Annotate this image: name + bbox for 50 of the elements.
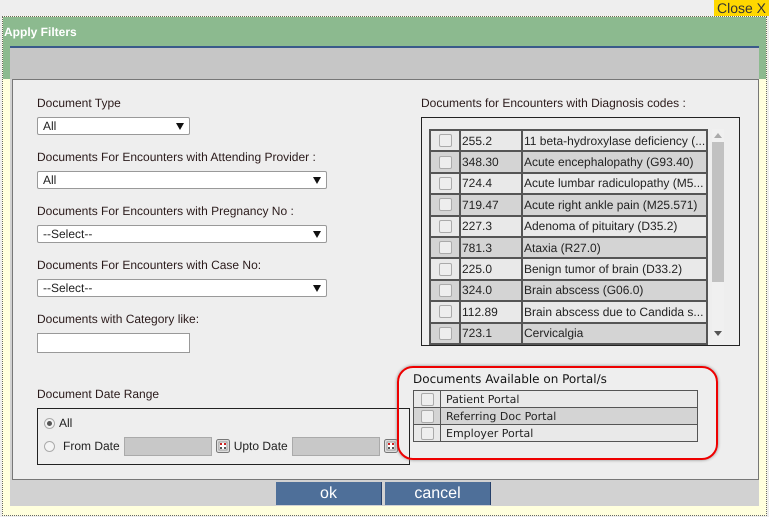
radio-button[interactable] xyxy=(44,440,55,452)
dropdown[interactable]: All xyxy=(37,171,327,189)
dialog-title: Apply Filters xyxy=(3,24,78,39)
radio-button[interactable] xyxy=(44,418,55,428)
scroll-up-icon[interactable] xyxy=(714,133,722,138)
dialog-button[interactable]: cancel xyxy=(385,482,491,505)
dropdown[interactable]: All xyxy=(37,117,190,135)
checkbox[interactable] xyxy=(420,426,434,440)
table-cell: 723.1 xyxy=(460,322,522,344)
field-label: Document Type xyxy=(37,96,122,112)
radio-label: From Date xyxy=(63,439,120,453)
field-label: Documents For Encounters with Case No: xyxy=(37,258,262,274)
field-label: Documents For Encounters with Pregnancy No : xyxy=(37,204,295,220)
scroll-down-icon[interactable] xyxy=(714,331,722,336)
field-label: Documents For Encounters with Attending Provider : xyxy=(37,150,317,166)
date-field[interactable] xyxy=(124,436,212,456)
caret-icon xyxy=(313,284,321,292)
checkbox[interactable] xyxy=(438,134,452,148)
dialog-button[interactable]: ok xyxy=(276,482,382,505)
table-cell: Cervicalgia xyxy=(522,322,708,344)
dropdown[interactable]: --Select-- xyxy=(37,279,327,297)
checkbox[interactable] xyxy=(438,156,452,169)
calendar-icon[interactable] xyxy=(216,439,230,453)
radio-label: All xyxy=(59,416,72,430)
calendar-icon[interactable] xyxy=(384,439,398,453)
checkbox[interactable] xyxy=(438,262,452,276)
field-label: Documents for Encounters with Diagnosis codes : xyxy=(421,96,687,112)
field-label: Documents with Category like: xyxy=(37,312,200,328)
checkbox[interactable] xyxy=(438,176,452,190)
caret-icon xyxy=(176,122,184,130)
caret-icon xyxy=(313,230,321,238)
date-field[interactable] xyxy=(292,436,380,456)
table-cell: Employer Portal xyxy=(440,424,698,442)
field-label: Upto Date xyxy=(234,439,288,453)
caret-icon xyxy=(313,176,321,184)
dropdown[interactable]: --Select-- xyxy=(37,225,327,243)
checkbox[interactable] xyxy=(438,305,452,318)
section-title: Documents Available on Portal/s xyxy=(413,372,608,388)
checkbox[interactable] xyxy=(420,392,434,406)
field-label: Document Date Range xyxy=(37,387,160,403)
checkbox[interactable] xyxy=(438,284,452,297)
checkbox[interactable] xyxy=(438,326,452,340)
close-button[interactable]: Close X xyxy=(714,0,769,16)
table-cell: 11 beta-hydroxylase deficiency (... xyxy=(522,130,708,152)
checkbox[interactable] xyxy=(438,220,452,233)
checkbox[interactable] xyxy=(420,410,434,422)
checkbox[interactable] xyxy=(438,241,452,254)
input-field[interactable] xyxy=(37,333,190,353)
checkbox[interactable] xyxy=(438,198,452,212)
table-cell: Patient Portal xyxy=(440,390,698,408)
